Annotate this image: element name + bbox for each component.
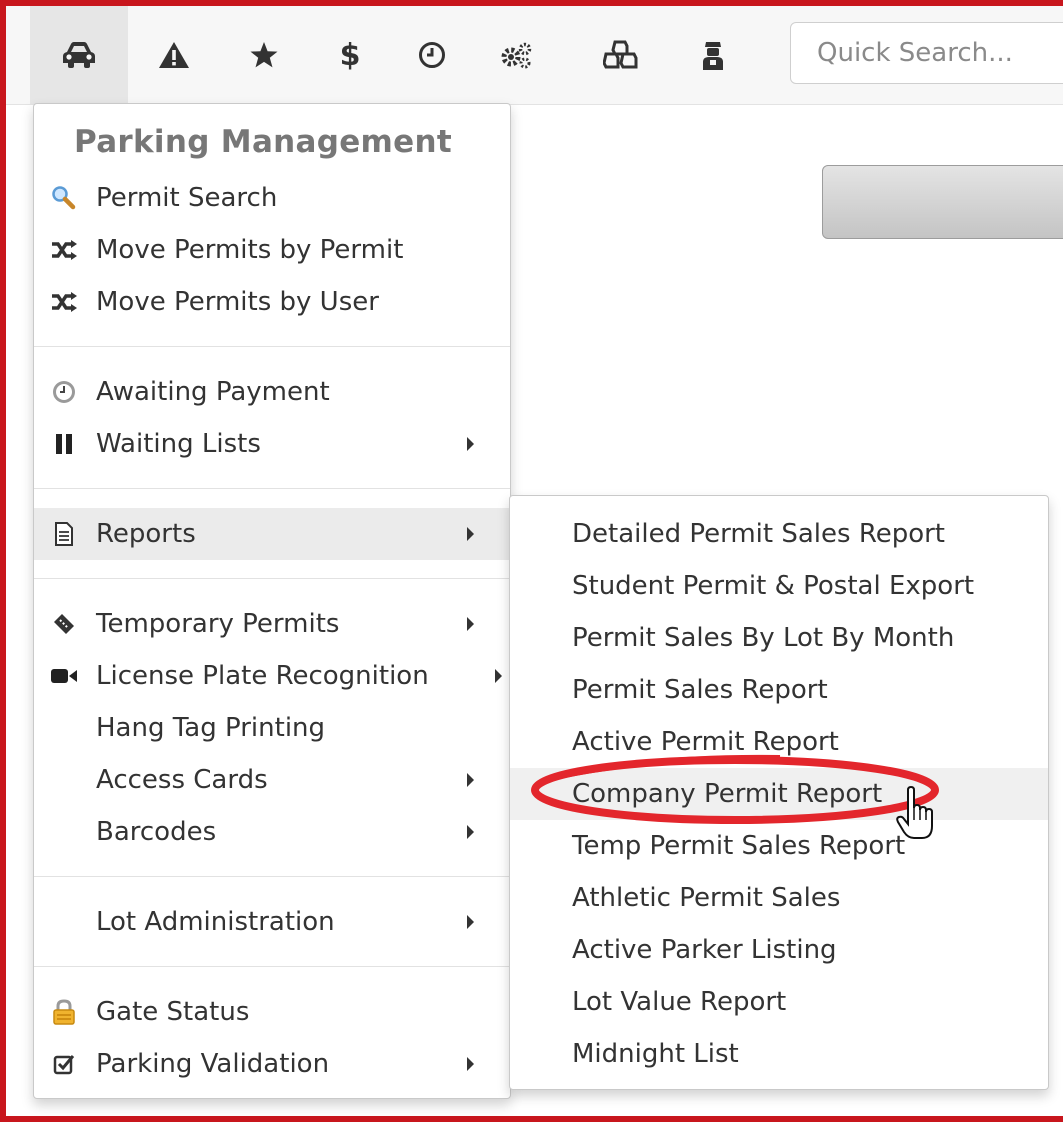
- submenu-item-active-parker-listing[interactable]: Active Parker Listing: [510, 924, 1048, 976]
- submenu-arrow-icon: [467, 617, 474, 631]
- quick-search-input[interactable]: [790, 22, 1063, 84]
- menu-divider: [34, 578, 510, 579]
- submenu-item-permit-sales-report[interactable]: Permit Sales Report: [510, 664, 1048, 716]
- dollar-glyph: $: [339, 37, 361, 73]
- menu-divider: [34, 346, 510, 347]
- menu-item-label: Awaiting Payment: [96, 377, 330, 407]
- menu-item-label: Move Permits by User: [96, 287, 379, 317]
- menu-item-permit-search[interactable]: Permit Search: [34, 172, 510, 224]
- menu-item-label: Access Cards: [96, 765, 268, 795]
- menu-divider: [34, 966, 510, 967]
- gears-icon[interactable]: [486, 6, 546, 104]
- menu-divider: [34, 488, 510, 489]
- submenu-item-label: Permit Sales Report: [572, 675, 828, 705]
- menu-item-reports[interactable]: Reports: [34, 508, 510, 560]
- ticket-icon: [50, 598, 78, 650]
- magnifier-icon: [50, 172, 78, 224]
- menu-item-label: Move Permits by Permit: [96, 235, 404, 265]
- menu-item-label: Lot Administration: [96, 907, 335, 937]
- shuffle-icon: [50, 276, 78, 328]
- submenu-item-label: Midnight List: [572, 1039, 739, 1069]
- menu-item-temporary-permits[interactable]: Temporary Permits: [34, 598, 510, 650]
- menu-item-label: Permit Search: [96, 183, 278, 213]
- submenu-item-lot-value-report[interactable]: Lot Value Report: [510, 976, 1048, 1028]
- submenu-item-label: Active Permit Report: [572, 727, 839, 757]
- submenu-item-athletic-permit-sales[interactable]: Athletic Permit Sales: [510, 872, 1048, 924]
- document-icon: [50, 508, 78, 560]
- submenu-arrow-icon: [467, 825, 474, 839]
- reports-submenu: Detailed Permit Sales Report Student Per…: [509, 495, 1049, 1090]
- submenu-arrow-icon: [467, 527, 474, 541]
- clock-icon: [50, 366, 78, 418]
- menu-item-label: Barcodes: [96, 817, 217, 847]
- menu-item-label: Hang Tag Printing: [96, 713, 326, 743]
- menu-item-hang-tag-printing[interactable]: Hang Tag Printing: [34, 702, 510, 754]
- menu-item-move-permits-by-permit[interactable]: Move Permits by Permit: [34, 224, 510, 276]
- clock-icon[interactable]: [404, 6, 460, 104]
- submenu-item-label: Active Parker Listing: [572, 935, 837, 965]
- star-icon[interactable]: [236, 6, 292, 104]
- shuffle-icon: [50, 224, 78, 276]
- submenu-item-label: Permit Sales By Lot By Month: [572, 623, 955, 653]
- submenu-item-detailed-permit-sales-report[interactable]: Detailed Permit Sales Report: [510, 508, 1048, 560]
- submenu-item-midnight-list[interactable]: Midnight List: [510, 1028, 1048, 1080]
- menu-item-label: Parking Validation: [96, 1049, 330, 1079]
- submenu-item-label: Student Permit & Postal Export: [572, 571, 975, 601]
- warning-icon[interactable]: [144, 6, 204, 104]
- submenu-arrow-icon: [467, 915, 474, 929]
- menu-item-label: Gate Status: [96, 997, 250, 1027]
- submenu-item-permit-sales-by-lot-by-month[interactable]: Permit Sales By Lot By Month: [510, 612, 1048, 664]
- menu-item-label: Temporary Permits: [96, 609, 340, 639]
- menu-item-parking-validation[interactable]: Parking Validation: [34, 1038, 510, 1090]
- parking-management-dropdown: Parking Management Permit Search Move Pe…: [33, 103, 511, 1099]
- menu-item-waiting-lists[interactable]: Waiting Lists: [34, 418, 510, 470]
- menu-item-move-permits-by-user[interactable]: Move Permits by User: [34, 276, 510, 328]
- pause-icon: [50, 418, 78, 470]
- submenu-item-student-permit-postal-export[interactable]: Student Permit & Postal Export: [510, 560, 1048, 612]
- submenu-item-active-permit-report[interactable]: Active Permit Report: [510, 716, 1048, 768]
- menu-item-access-cards[interactable]: Access Cards: [34, 754, 510, 806]
- menu-header: Parking Management: [74, 124, 452, 160]
- menu-item-label: Waiting Lists: [96, 429, 261, 459]
- submenu-arrow-icon: [467, 1057, 474, 1071]
- submenu-item-label: Temp Permit Sales Report: [572, 831, 906, 861]
- car-icon[interactable]: [30, 6, 128, 104]
- submenu-item-temp-permit-sales-report[interactable]: Temp Permit Sales Report: [510, 820, 1048, 872]
- submenu-arrow-icon: [467, 773, 474, 787]
- submenu-item-company-permit-report[interactable]: Company Permit Report: [510, 768, 1048, 820]
- menu-item-barcodes[interactable]: Barcodes: [34, 806, 510, 858]
- submenu-item-label: Lot Value Report: [572, 987, 787, 1017]
- submenu-item-label: Company Permit Report: [572, 779, 883, 809]
- menu-item-label: License Plate Recognition: [96, 661, 429, 691]
- lock-icon: [50, 986, 78, 1038]
- cubes-icon[interactable]: [590, 6, 652, 104]
- menu-divider: [34, 876, 510, 877]
- menu-item-gate-status[interactable]: Gate Status: [34, 986, 510, 1038]
- menu-item-license-plate-recognition[interactable]: License Plate Recognition: [34, 650, 510, 702]
- dollar-icon[interactable]: $: [322, 6, 378, 104]
- top-toolbar: $: [6, 6, 1063, 105]
- menu-item-awaiting-payment[interactable]: Awaiting Payment: [34, 366, 510, 418]
- background-button[interactable]: [822, 165, 1063, 239]
- video-camera-icon: [50, 650, 78, 702]
- submenu-item-label: Athletic Permit Sales: [572, 883, 841, 913]
- menu-item-label: Reports: [96, 519, 196, 549]
- submenu-arrow-icon: [495, 669, 502, 683]
- officer-icon[interactable]: [688, 6, 738, 104]
- checkbox-icon: [50, 1038, 78, 1090]
- submenu-item-label: Detailed Permit Sales Report: [572, 519, 946, 549]
- submenu-arrow-icon: [467, 437, 474, 451]
- menu-item-lot-administration[interactable]: Lot Administration: [34, 896, 510, 948]
